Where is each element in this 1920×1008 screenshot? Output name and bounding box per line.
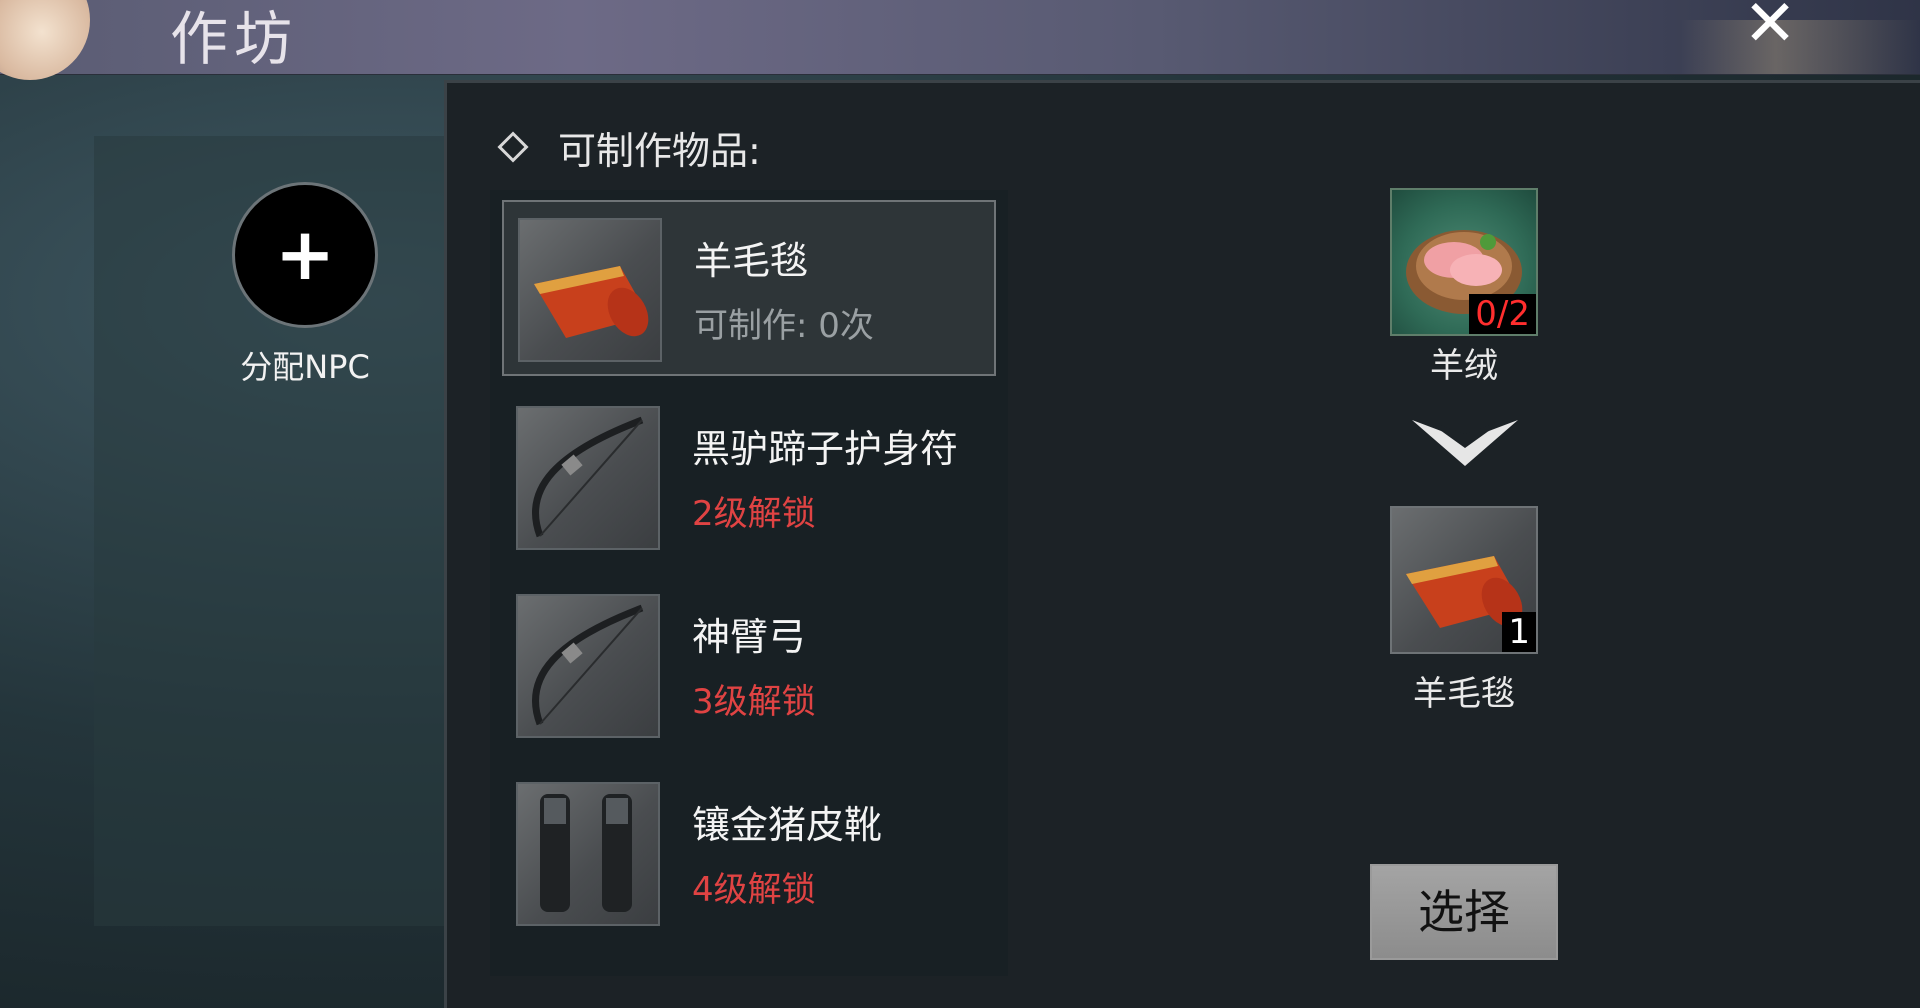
wool-blanket-icon (518, 218, 662, 362)
item-name: 镶金猪皮靴 (692, 803, 883, 847)
output-name: 羊毛毯 (1413, 674, 1515, 714)
item-status: 4级解锁 (692, 870, 816, 910)
material-count: 0/2 (1469, 294, 1536, 334)
boots-icon (516, 782, 660, 926)
select-button[interactable]: 选择 (1370, 864, 1558, 960)
item-name: 羊毛毯 (694, 239, 809, 283)
list-item-bow[interactable]: 神臂弓 3级解锁 (502, 578, 996, 754)
bow-icon (516, 406, 660, 550)
list-item-wool-blanket[interactable]: 羊毛毯 可制作: 0次 (502, 200, 996, 376)
close-button[interactable]: ✕ (1700, 0, 1840, 74)
item-status: 2级解锁 (692, 494, 816, 534)
moon-emblem-icon (0, 0, 90, 80)
material-slot[interactable]: 0/2 (1390, 188, 1538, 336)
list-item-boots[interactable]: 镶金猪皮靴 4级解锁 (502, 766, 996, 942)
assign-npc-button[interactable]: + (232, 182, 378, 328)
output-count: 1 (1502, 612, 1536, 652)
chevron-down-icon (1412, 420, 1518, 466)
craftable-list-header: 可制作物品: (558, 129, 761, 173)
item-name: 神臂弓 (692, 615, 807, 659)
output-slot[interactable]: 1 (1390, 506, 1538, 654)
item-status: 可制作: 0次 (694, 306, 874, 346)
top-bar: 作坊 ✕ (0, 0, 1920, 80)
assign-npc-label: 分配NPC (240, 348, 370, 386)
craftable-list[interactable]: 羊毛毯 可制作: 0次 黑驴蹄子护身符 2级解锁 神臂弓 3级解锁 镶金猪皮靴 … (490, 190, 1008, 976)
item-status: 3级解锁 (692, 682, 816, 722)
bow-icon (516, 594, 660, 738)
material-name: 羊绒 (1430, 346, 1498, 386)
page-title: 作坊 (170, 5, 299, 73)
list-item-amulet[interactable]: 黑驴蹄子护身符 2级解锁 (502, 390, 996, 566)
item-name: 黑驴蹄子护身符 (692, 427, 959, 471)
